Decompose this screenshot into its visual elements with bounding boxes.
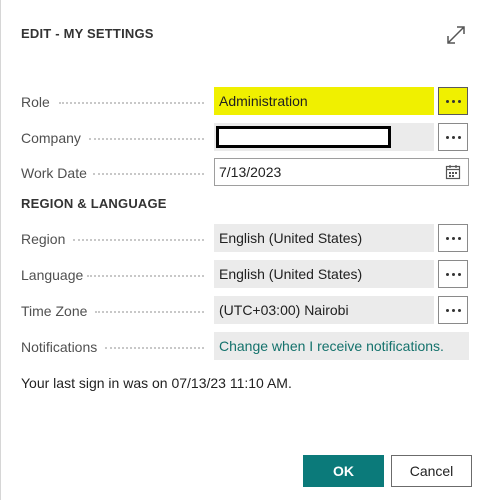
region-field[interactable]: English (United States) xyxy=(214,224,434,252)
region-lookup-button[interactable] xyxy=(438,224,468,252)
time-zone-label: Time Zone xyxy=(21,303,88,319)
ellipsis-icon xyxy=(445,135,461,139)
time-zone-field[interactable]: (UTC+03:00) Nairobi xyxy=(214,296,434,324)
work-date-input[interactable]: 7/13/2023 xyxy=(214,158,469,186)
language-label: Language xyxy=(21,267,84,283)
work-date-label: Work Date xyxy=(21,165,87,181)
settings-dialog: EDIT - MY SETTINGS Role Administration C… xyxy=(0,0,482,500)
ok-button[interactable]: OK xyxy=(303,455,384,487)
time-zone-lookup-button[interactable] xyxy=(438,296,468,324)
notifications-link[interactable]: Change when I receive notifications. xyxy=(214,332,469,360)
redacted-box xyxy=(216,126,391,148)
language-row: Language English (United States) xyxy=(1,260,482,290)
ellipsis-icon xyxy=(445,99,461,103)
leader-dots xyxy=(89,138,204,140)
company-label: Company xyxy=(21,130,81,146)
notifications-label: Notifications xyxy=(21,339,98,355)
leader-dots xyxy=(59,102,204,104)
company-row: Company xyxy=(1,123,482,153)
company-lookup-button[interactable] xyxy=(438,123,468,151)
dialog-title: EDIT - MY SETTINGS xyxy=(21,26,154,41)
ellipsis-icon xyxy=(445,272,461,276)
leader-dots xyxy=(95,311,204,313)
ellipsis-icon xyxy=(445,236,461,240)
work-date-row: Work Date 7/13/2023 xyxy=(1,158,482,188)
language-field[interactable]: English (United States) xyxy=(214,260,434,288)
expand-icon[interactable] xyxy=(445,24,467,46)
region-label: Region xyxy=(21,231,66,247)
language-lookup-button[interactable] xyxy=(438,260,468,288)
region-row: Region English (United States) xyxy=(1,224,482,254)
role-lookup-button[interactable] xyxy=(438,87,468,115)
leader-dots xyxy=(87,275,204,277)
role-field[interactable]: Administration xyxy=(214,87,434,115)
leader-dots xyxy=(93,173,204,175)
ellipsis-icon xyxy=(445,308,461,312)
cancel-button[interactable]: Cancel xyxy=(391,455,472,487)
company-field[interactable] xyxy=(214,123,434,151)
leader-dots xyxy=(73,239,204,241)
leader-dots xyxy=(105,347,204,349)
calendar-icon[interactable] xyxy=(445,164,461,180)
region-language-heading: REGION & LANGUAGE xyxy=(21,196,167,211)
notifications-row: Notifications Change when I receive noti… xyxy=(1,332,482,362)
time-zone-row: Time Zone (UTC+03:00) Nairobi xyxy=(1,296,482,326)
last-sign-in-text: Your last sign in was on 07/13/23 11:10 … xyxy=(21,375,292,391)
role-label: Role xyxy=(21,94,50,110)
role-row: Role Administration xyxy=(1,87,482,117)
